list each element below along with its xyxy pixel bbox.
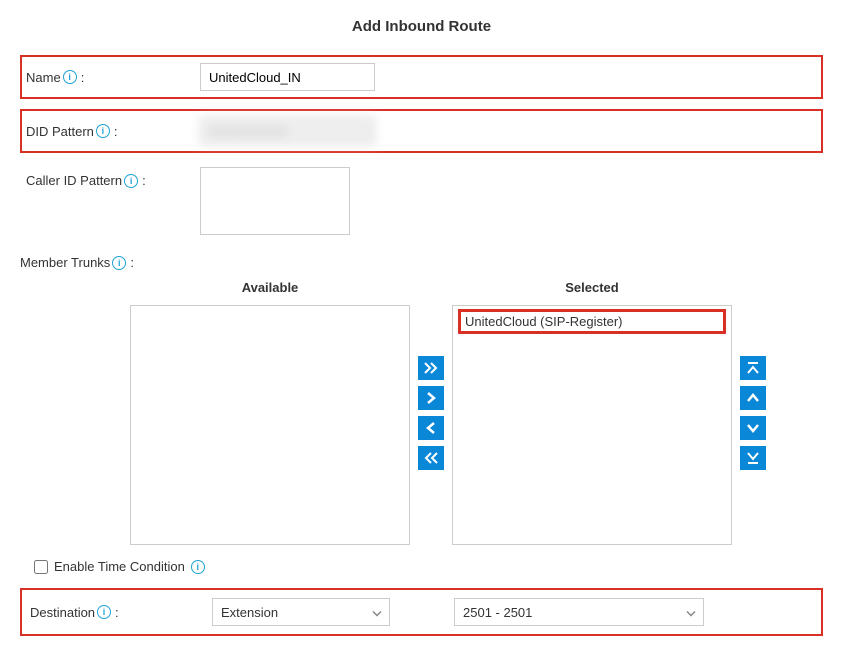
list-item[interactable]: UnitedCloud (SIP-Register) [459, 310, 725, 333]
move-all-left-button[interactable] [418, 446, 444, 470]
did-pattern-label: DID Pattern i : [26, 124, 200, 139]
destination-row-highlight: Destination i : Extension 2501 - 2501 [20, 588, 823, 636]
move-top-button[interactable] [740, 356, 766, 380]
did-pattern-input[interactable] [200, 117, 375, 145]
info-icon[interactable]: i [191, 560, 205, 574]
chevron-double-right-icon [424, 362, 438, 374]
available-title: Available [130, 280, 410, 295]
destination-type-select[interactable]: Extension [212, 598, 390, 626]
page-title: Add Inbound Route [20, 18, 823, 35]
caller-id-row: Caller ID Pattern i : [20, 167, 823, 235]
move-down-button[interactable] [740, 416, 766, 440]
info-icon[interactable]: i [97, 605, 111, 619]
name-row-highlight: Name i : [20, 55, 823, 99]
chevron-bar-down-icon [747, 451, 759, 465]
info-icon[interactable]: i [63, 70, 77, 84]
caller-id-textarea[interactable] [200, 167, 350, 235]
move-all-right-button[interactable] [418, 356, 444, 380]
move-buttons [410, 356, 452, 470]
info-icon[interactable]: i [112, 256, 126, 270]
order-buttons [732, 356, 774, 470]
enable-time-condition-row: Enable Time Condition i [34, 559, 823, 574]
selected-title: Selected [452, 280, 732, 295]
move-bottom-button[interactable] [740, 446, 766, 470]
destination-target-select[interactable]: 2501 - 2501 [454, 598, 704, 626]
available-column: Available [130, 280, 410, 545]
dual-listbox: Available Selected UnitedCloud (SIP-Regi… [130, 280, 823, 545]
did-row-highlight: DID Pattern i : [20, 109, 823, 153]
enable-time-condition-checkbox[interactable] [34, 560, 48, 574]
destination-type-select-wrap: Extension [212, 598, 390, 626]
caller-id-label: Caller ID Pattern i : [20, 167, 200, 188]
chevron-up-icon [747, 393, 759, 403]
move-left-button[interactable] [418, 416, 444, 440]
chevron-left-icon [426, 422, 436, 434]
move-up-button[interactable] [740, 386, 766, 410]
info-icon[interactable]: i [96, 124, 110, 138]
member-trunks-row: Member Trunks i : [20, 249, 823, 270]
info-icon[interactable]: i [124, 174, 138, 188]
enable-time-condition-label: Enable Time Condition [54, 559, 185, 574]
available-listbox[interactable] [130, 305, 410, 545]
destination-target-select-wrap: 2501 - 2501 [454, 598, 704, 626]
chevron-down-icon [747, 423, 759, 433]
move-right-button[interactable] [418, 386, 444, 410]
chevron-bar-up-icon [747, 361, 759, 375]
selected-listbox[interactable]: UnitedCloud (SIP-Register) [452, 305, 732, 545]
selected-column: Selected UnitedCloud (SIP-Register) [452, 280, 732, 545]
name-label: Name i : [26, 70, 200, 85]
name-input[interactable] [200, 63, 375, 91]
member-trunks-label: Member Trunks i : [20, 249, 200, 270]
chevron-double-left-icon [424, 452, 438, 464]
chevron-right-icon [426, 392, 436, 404]
destination-label: Destination i : [30, 605, 200, 620]
